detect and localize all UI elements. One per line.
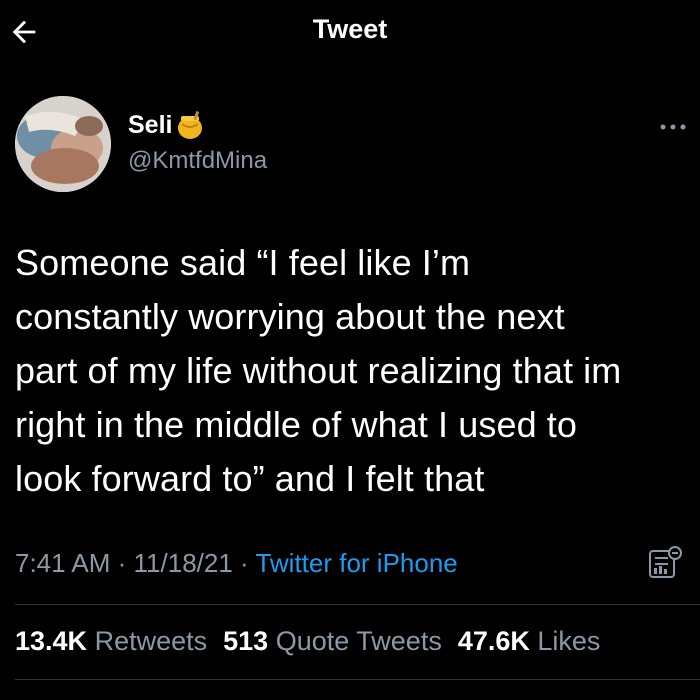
divider <box>15 679 700 680</box>
honey-pot-icon <box>178 111 203 139</box>
likes-stat[interactable]: 47.6K Likes <box>458 626 601 657</box>
tweet-date[interactable]: 11/18/21 <box>134 548 233 578</box>
tweet-meta: 7:41 AM · 11/18/21 · Twitter for iPhone <box>15 548 458 579</box>
tweet-text-line: right in the middle of what I used to <box>15 404 578 445</box>
more-options-button[interactable] <box>658 112 688 142</box>
likes-count: 47.6K <box>457 626 530 656</box>
quotes-label: Quote Tweets <box>275 626 442 656</box>
author-name-row: Seli <box>128 110 204 140</box>
author-handle[interactable]: @KmtfdMina <box>128 147 267 175</box>
divider <box>15 604 700 605</box>
quotes-count: 513 <box>223 626 269 656</box>
meta-separator: · <box>232 548 256 578</box>
tweet-source-link[interactable]: Twitter for iPhone <box>255 548 457 578</box>
tweet-text-line: constantly worrying about the next <box>15 296 565 337</box>
analytics-button[interactable] <box>648 545 682 581</box>
meta-separator: · <box>110 548 134 578</box>
tweet-text-line: Someone said “I feel like I’m <box>15 242 471 283</box>
retweets-stat[interactable]: 13.4K Retweets <box>15 626 207 657</box>
author-name[interactable]: Seli <box>128 111 172 140</box>
avatar[interactable] <box>15 96 111 192</box>
tweet-detail-page: Tweet Seli @KmtfdMina Someone said “I fe… <box>0 0 700 700</box>
tweet-text-line: part of my life without realizing that i… <box>15 350 622 391</box>
avatar-image <box>15 96 111 192</box>
tweet-stats: 13.4K Retweets 513 Quote Tweets 47.6K Li… <box>15 626 616 657</box>
more-horizontal-icon <box>660 124 686 130</box>
analytics-icon <box>649 546 682 578</box>
tweet-text: Someone said “I feel like I’m constantly… <box>15 236 695 506</box>
quote-tweets-stat[interactable]: 513 Quote Tweets <box>223 626 442 657</box>
retweets-label: Retweets <box>94 626 208 656</box>
likes-label: Likes <box>537 626 601 656</box>
page-title: Tweet <box>312 14 388 44</box>
retweets-count: 13.4K <box>15 626 88 656</box>
tweet-time[interactable]: 7:41 AM <box>15 548 110 578</box>
tweet-text-line: look forward to” and I felt that <box>15 458 485 499</box>
